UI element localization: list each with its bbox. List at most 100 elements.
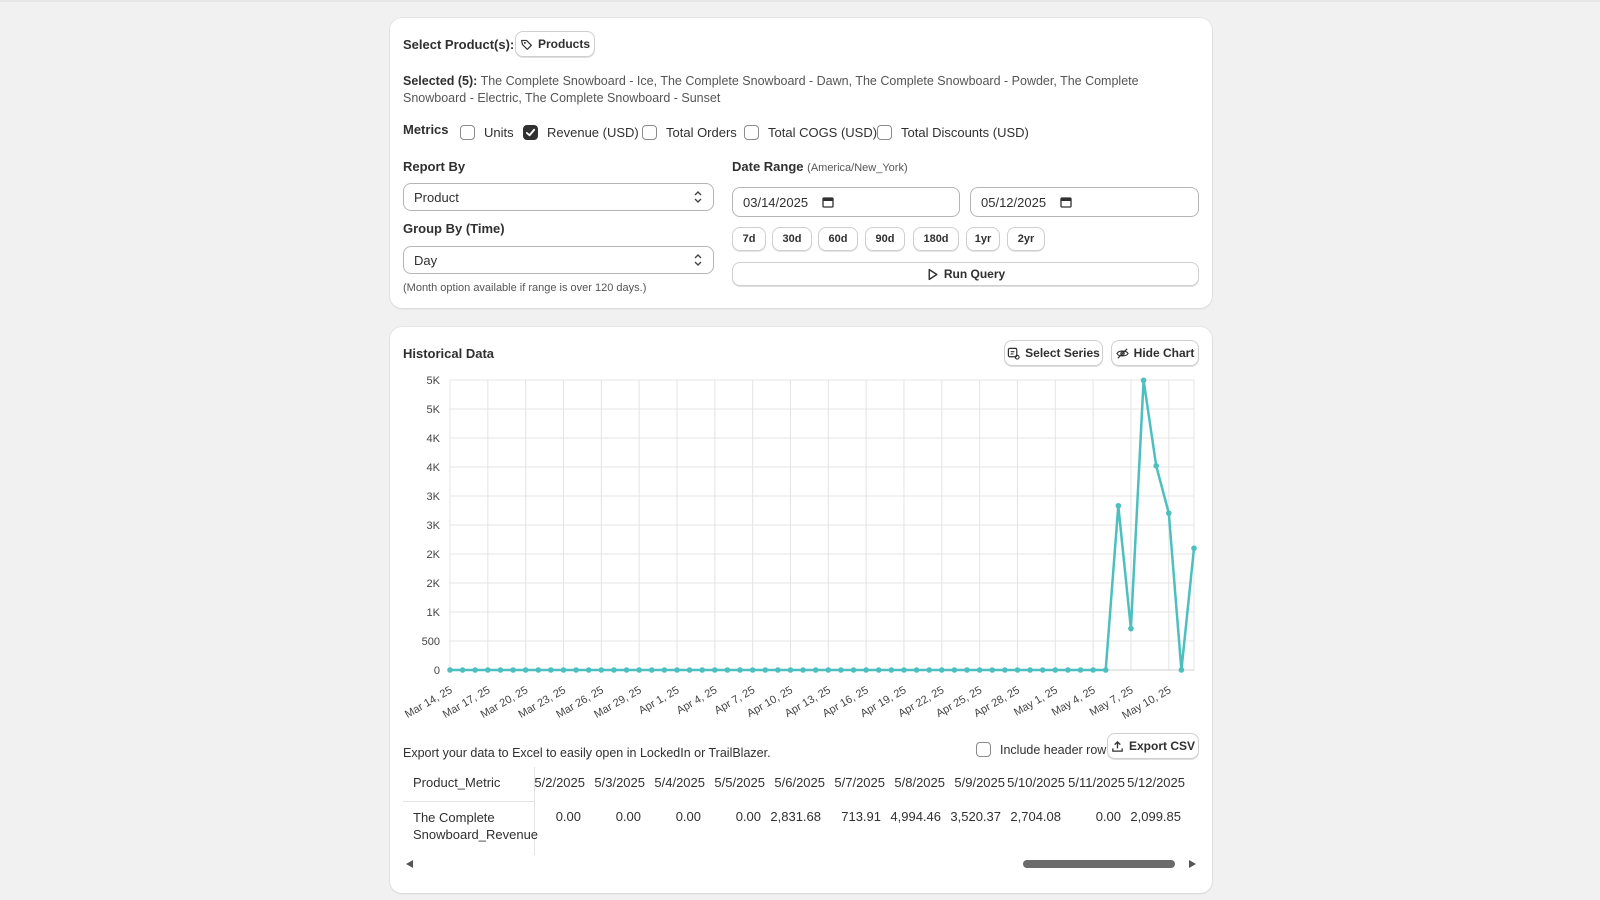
- y-tick-label: 500: [422, 636, 440, 648]
- data-point: [1128, 625, 1134, 632]
- data-point: [737, 667, 743, 673]
- table-sticky-column: Product_Metric The Complete Snowboard_Re…: [403, 767, 538, 855]
- metric-total-cogs-checkbox[interactable]: Total COGS (USD): [744, 125, 877, 140]
- data-point: [888, 667, 895, 673]
- data-point: [648, 667, 655, 673]
- date-range-timezone: (America/New_York): [807, 162, 908, 174]
- play-icon: [928, 268, 938, 280]
- hide-chart-label: Hide Chart: [1133, 346, 1195, 360]
- checkbox-box[interactable]: [744, 125, 759, 140]
- y-tick-label: 5K: [427, 404, 441, 416]
- checkbox-box[interactable]: [460, 125, 475, 140]
- start-date-input[interactable]: 03/14/2025: [732, 187, 960, 217]
- data-point: [749, 667, 756, 673]
- group-by-select[interactable]: Day: [403, 246, 714, 274]
- data-point: [636, 667, 642, 673]
- table-horizontal-scrollbar[interactable]: [403, 857, 1199, 871]
- select-series-button[interactable]: Select Series: [1004, 340, 1103, 366]
- data-point: [951, 667, 958, 673]
- metric-total-cogs-label: Total COGS (USD): [768, 125, 878, 140]
- y-tick-label: 2K: [427, 578, 441, 590]
- upload-icon: [1112, 740, 1123, 752]
- end-date-input[interactable]: 05/12/2025: [970, 187, 1199, 217]
- metric-total-discounts-checkbox[interactable]: Total Discounts (USD): [877, 125, 1029, 140]
- export-data-table[interactable]: 5/2/2025 0.00 5/3/2025 0.00 5/4/2025 0.00 5/5/…: [403, 767, 1199, 855]
- eye-off-icon: [1115, 347, 1129, 359]
- select-chevrons-icon: [694, 191, 702, 203]
- report-by-label: Report By: [403, 159, 466, 174]
- group-by-help-text: (Month option available if range is over…: [403, 282, 647, 294]
- data-point: [472, 667, 479, 673]
- data-point: [901, 667, 907, 673]
- tag-icon: [521, 39, 532, 50]
- preset-7d-button[interactable]: 7d: [732, 227, 766, 251]
- checkbox-box[interactable]: [642, 125, 657, 140]
- checkmark-icon: [525, 128, 536, 137]
- data-point: [913, 667, 920, 673]
- data-point: [787, 667, 794, 673]
- table-header-divider: [403, 801, 535, 802]
- data-point: [560, 667, 567, 673]
- data-point: [1065, 667, 1071, 673]
- metric-units-label: Units: [484, 125, 514, 140]
- y-tick-label: 5K: [427, 375, 441, 387]
- metric-revenue-checkbox[interactable]: Revenue (USD): [523, 125, 639, 140]
- metric-revenue-label: Revenue (USD): [547, 125, 639, 140]
- preset-30d-button[interactable]: 30d: [772, 227, 812, 251]
- calendar-icon[interactable]: [1060, 196, 1072, 208]
- date-range-title: Date Range: [732, 159, 804, 174]
- include-header-label: Include header row: [1000, 742, 1107, 757]
- data-point: [573, 667, 579, 673]
- data-point: [585, 667, 592, 673]
- data-point: [1014, 667, 1021, 673]
- selected-products-text: The Complete Snowboard - Ice, The Comple…: [403, 74, 1139, 105]
- y-tick-label: 1K: [427, 607, 441, 619]
- include-header-checkbox[interactable]: Include header row: [976, 742, 1106, 757]
- scroll-right-arrow-icon[interactable]: [1188, 859, 1197, 869]
- data-point: [775, 667, 781, 673]
- data-point: [1090, 667, 1096, 673]
- x-tick-label: Apr 1, 25: [637, 684, 682, 717]
- query-card: Select Product(s): Products Selected (5)…: [390, 18, 1212, 308]
- preset-180d-button[interactable]: 180d: [913, 227, 959, 251]
- selected-products-summary: Selected (5): The Complete Snowboard - I…: [403, 73, 1193, 107]
- start-date-value: 03/14/2025: [743, 194, 809, 210]
- data-point: [598, 667, 605, 673]
- run-query-button[interactable]: Run Query: [732, 262, 1199, 286]
- preset-60d-button[interactable]: 60d: [818, 227, 858, 251]
- checkbox-box[interactable]: [877, 125, 892, 140]
- products-button[interactable]: Products: [515, 31, 595, 57]
- export-csv-button[interactable]: Export CSV: [1107, 733, 1199, 759]
- preset-1yr-button[interactable]: 1yr: [966, 227, 1000, 251]
- data-point: [762, 667, 769, 673]
- data-point: [1153, 463, 1159, 469]
- data-point: [964, 667, 970, 673]
- y-tick-label: 2K: [427, 549, 441, 561]
- data-point: [674, 667, 680, 673]
- report-by-select[interactable]: Product: [403, 183, 714, 211]
- metric-units-checkbox[interactable]: Units: [460, 125, 514, 140]
- checkbox-box[interactable]: [976, 742, 991, 757]
- scrollbar-thumb[interactable]: [1023, 860, 1175, 868]
- hide-chart-button[interactable]: Hide Chart: [1111, 340, 1199, 366]
- preset-90d-button[interactable]: 90d: [865, 227, 905, 251]
- group-by-label: Group By (Time): [403, 221, 505, 236]
- data-point: [1165, 510, 1172, 516]
- metric-total-orders-checkbox[interactable]: Total Orders: [642, 125, 737, 140]
- data-point: [459, 667, 466, 673]
- data-point: [510, 667, 516, 673]
- table-column-header: 5/12/2025: [1127, 775, 1185, 790]
- y-tick-label: 0: [434, 665, 440, 677]
- metric-total-discounts-label: Total Discounts (USD): [901, 125, 1029, 140]
- end-date-value: 05/12/2025: [981, 194, 1047, 210]
- calendar-icon[interactable]: [822, 196, 834, 208]
- data-point: [1027, 667, 1033, 673]
- preset-2yr-button[interactable]: 2yr: [1007, 227, 1045, 251]
- report-by-value: Product: [414, 189, 459, 205]
- data-point: [838, 667, 844, 673]
- metrics-label: Metrics: [403, 122, 449, 137]
- export-csv-label: Export CSV: [1128, 739, 1195, 753]
- checkbox-box-checked[interactable]: [523, 125, 538, 140]
- data-point: [712, 667, 718, 673]
- scroll-left-arrow-icon[interactable]: [405, 859, 414, 869]
